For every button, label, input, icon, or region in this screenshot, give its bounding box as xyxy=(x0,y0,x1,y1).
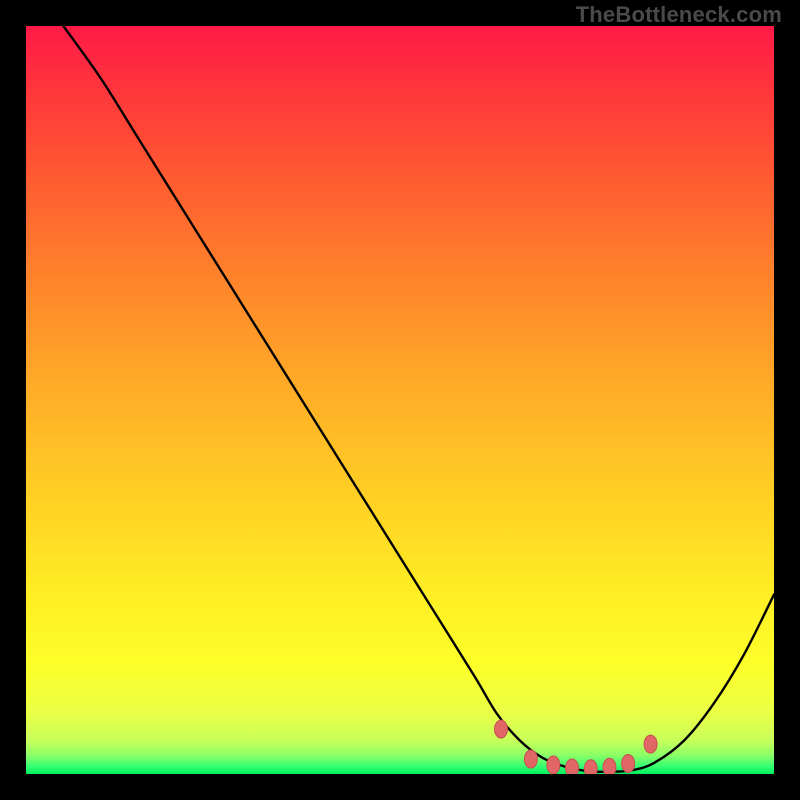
curve-marker xyxy=(524,750,537,768)
curve-marker xyxy=(622,755,635,773)
curve-marker xyxy=(494,720,507,738)
watermark-text: TheBottleneck.com xyxy=(576,2,782,28)
bottleneck-curve xyxy=(63,26,774,772)
chart-frame: TheBottleneck.com xyxy=(0,0,800,800)
chart-svg xyxy=(26,26,774,774)
curve-marker xyxy=(547,756,560,774)
curve-marker xyxy=(566,759,579,774)
curve-markers xyxy=(494,720,657,774)
curve-marker xyxy=(603,758,616,774)
curve-marker xyxy=(584,760,597,774)
curve-marker xyxy=(644,735,657,753)
